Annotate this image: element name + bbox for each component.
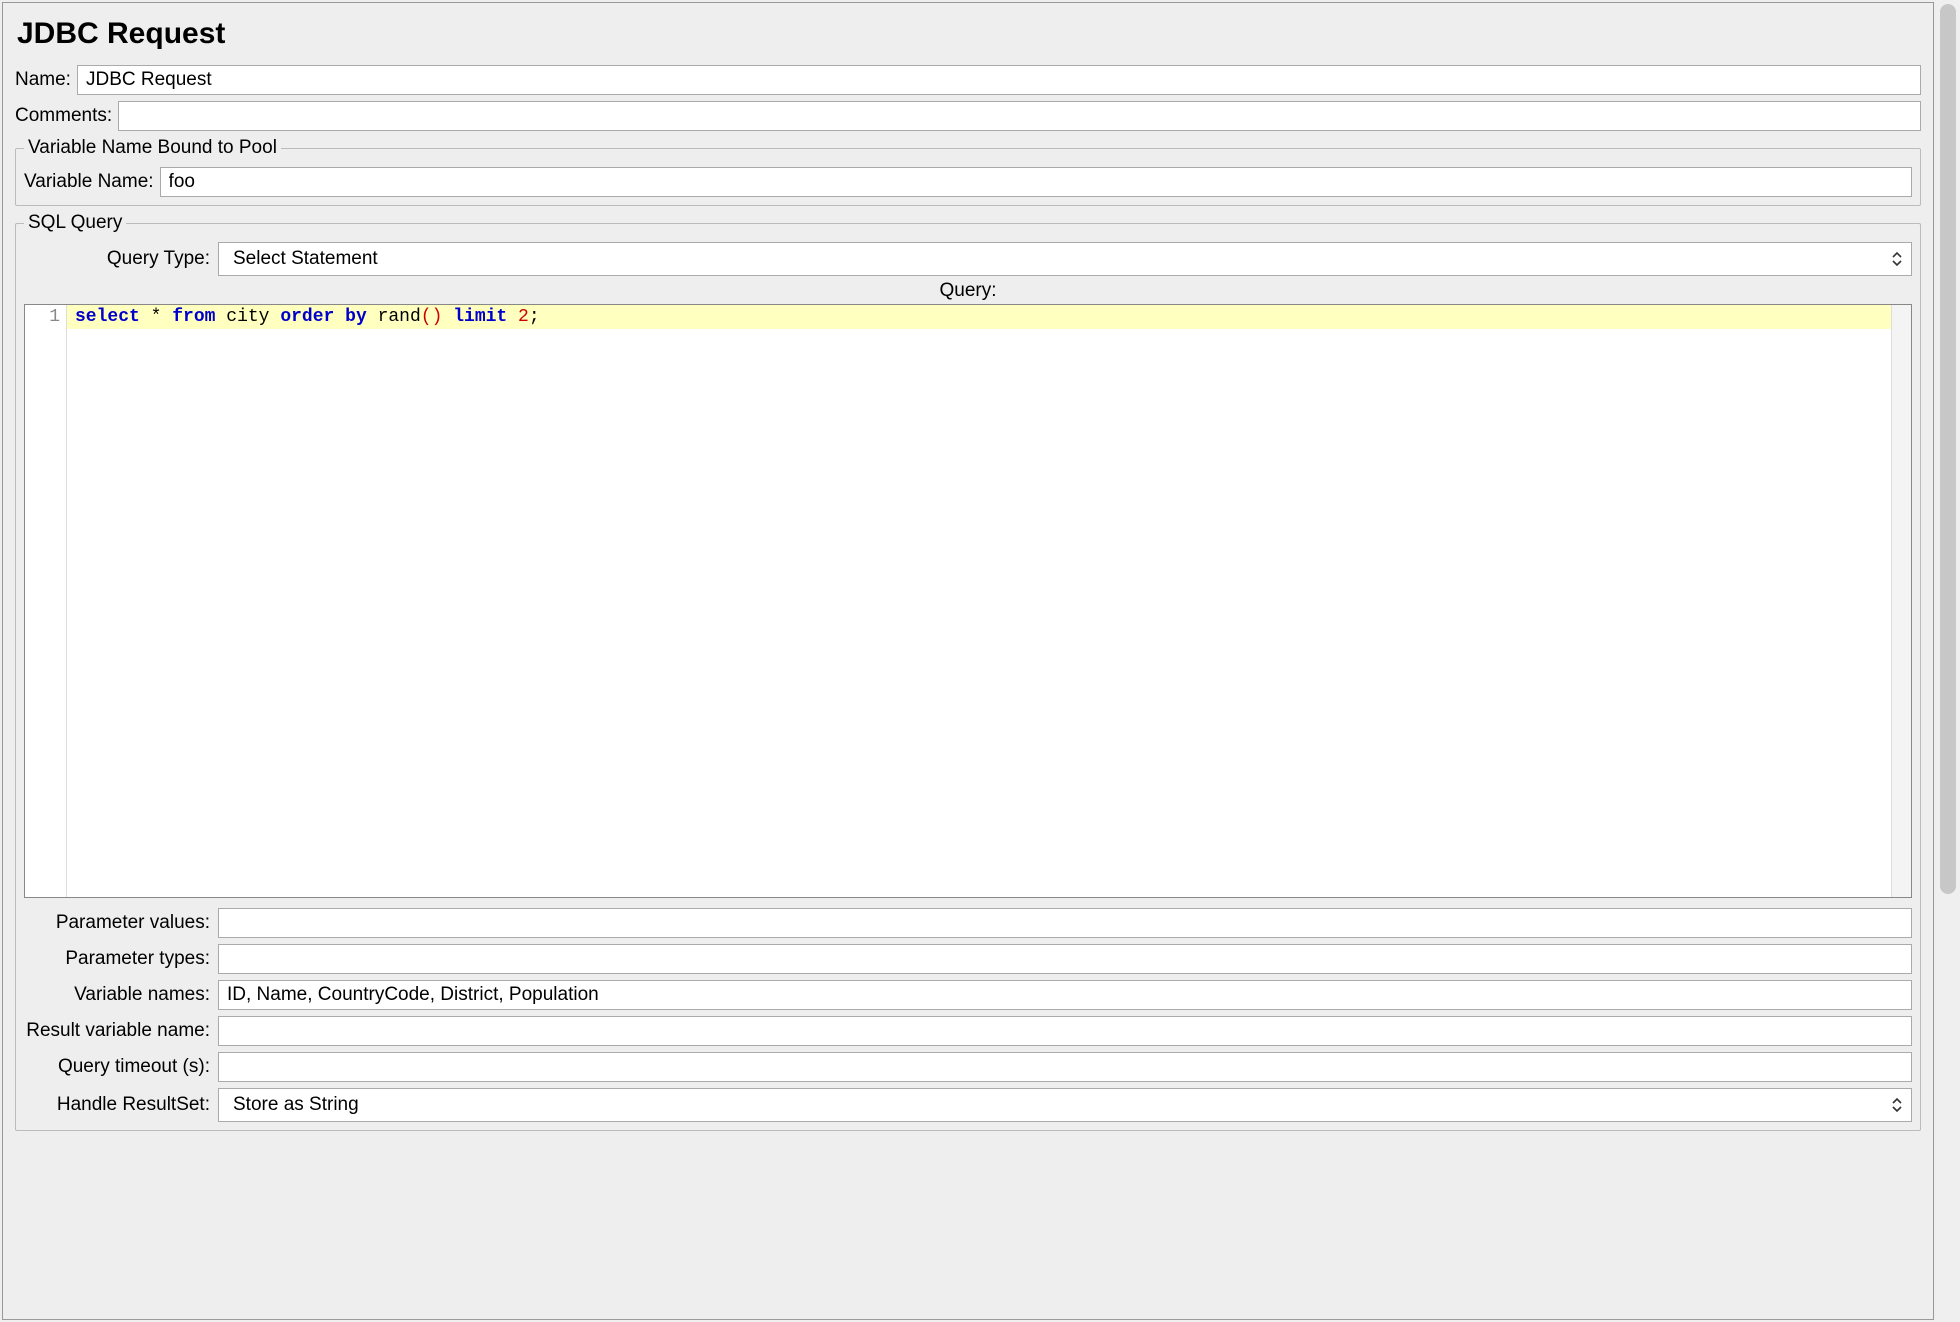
query-gutter: 1 <box>25 305 67 897</box>
result-variable-name-label: Result variable name: <box>24 1020 210 1042</box>
sql-query-legend: SQL Query <box>24 212 126 234</box>
stepper-icon <box>1891 250 1903 268</box>
handle-resultset-select[interactable]: Store as String <box>218 1088 1912 1122</box>
variable-names-input[interactable] <box>218 980 1912 1010</box>
variable-names-label: Variable names: <box>24 984 210 1006</box>
variable-pool-legend: Variable Name Bound to Pool <box>24 137 281 159</box>
comments-row: Comments: <box>15 101 1921 131</box>
line-number: 1 <box>25 307 60 327</box>
jdbc-request-panel: JDBC Request Name: Comments: Variable Na… <box>2 2 1934 1320</box>
variable-name-input[interactable] <box>160 167 1912 197</box>
comments-label: Comments: <box>15 105 112 127</box>
query-timeout-label: Query timeout (s): <box>24 1056 210 1078</box>
query-editor-scrollbar[interactable] <box>1891 305 1911 897</box>
name-input[interactable] <box>77 65 1921 95</box>
handle-resultset-value: Store as String <box>233 1094 359 1116</box>
variable-pool-fieldset: Variable Name Bound to Pool Variable Nam… <box>15 137 1921 206</box>
stepper-icon <box>1891 1096 1903 1114</box>
scrollbar-thumb[interactable] <box>1940 4 1956 894</box>
query-type-value: Select Statement <box>233 248 378 270</box>
parameter-types-input[interactable] <box>218 944 1912 974</box>
result-variable-name-input[interactable] <box>218 1016 1912 1046</box>
query-content[interactable]: select * from city order by rand() limit… <box>67 305 1891 897</box>
handle-resultset-label: Handle ResultSet: <box>24 1094 210 1116</box>
variable-name-label: Variable Name: <box>24 171 154 193</box>
query-label: Query: <box>24 280 1912 302</box>
name-row: Name: <box>15 65 1921 95</box>
query-type-select[interactable]: Select Statement <box>218 242 1912 276</box>
parameter-types-label: Parameter types: <box>24 948 210 970</box>
parameter-values-label: Parameter values: <box>24 912 210 934</box>
parameter-values-input[interactable] <box>218 908 1912 938</box>
query-line-1[interactable]: select * from city order by rand() limit… <box>67 305 1891 329</box>
name-label: Name: <box>15 69 71 91</box>
page-title: JDBC Request <box>17 17 1921 51</box>
comments-input[interactable] <box>118 101 1921 131</box>
query-editor[interactable]: 1 select * from city order by rand() lim… <box>24 304 1912 898</box>
vertical-scrollbar[interactable] <box>1936 0 1960 1322</box>
query-timeout-input[interactable] <box>218 1052 1912 1082</box>
sql-query-fieldset: SQL Query Query Type: Select Statement Q… <box>15 212 1921 1131</box>
query-type-label: Query Type: <box>24 248 210 270</box>
